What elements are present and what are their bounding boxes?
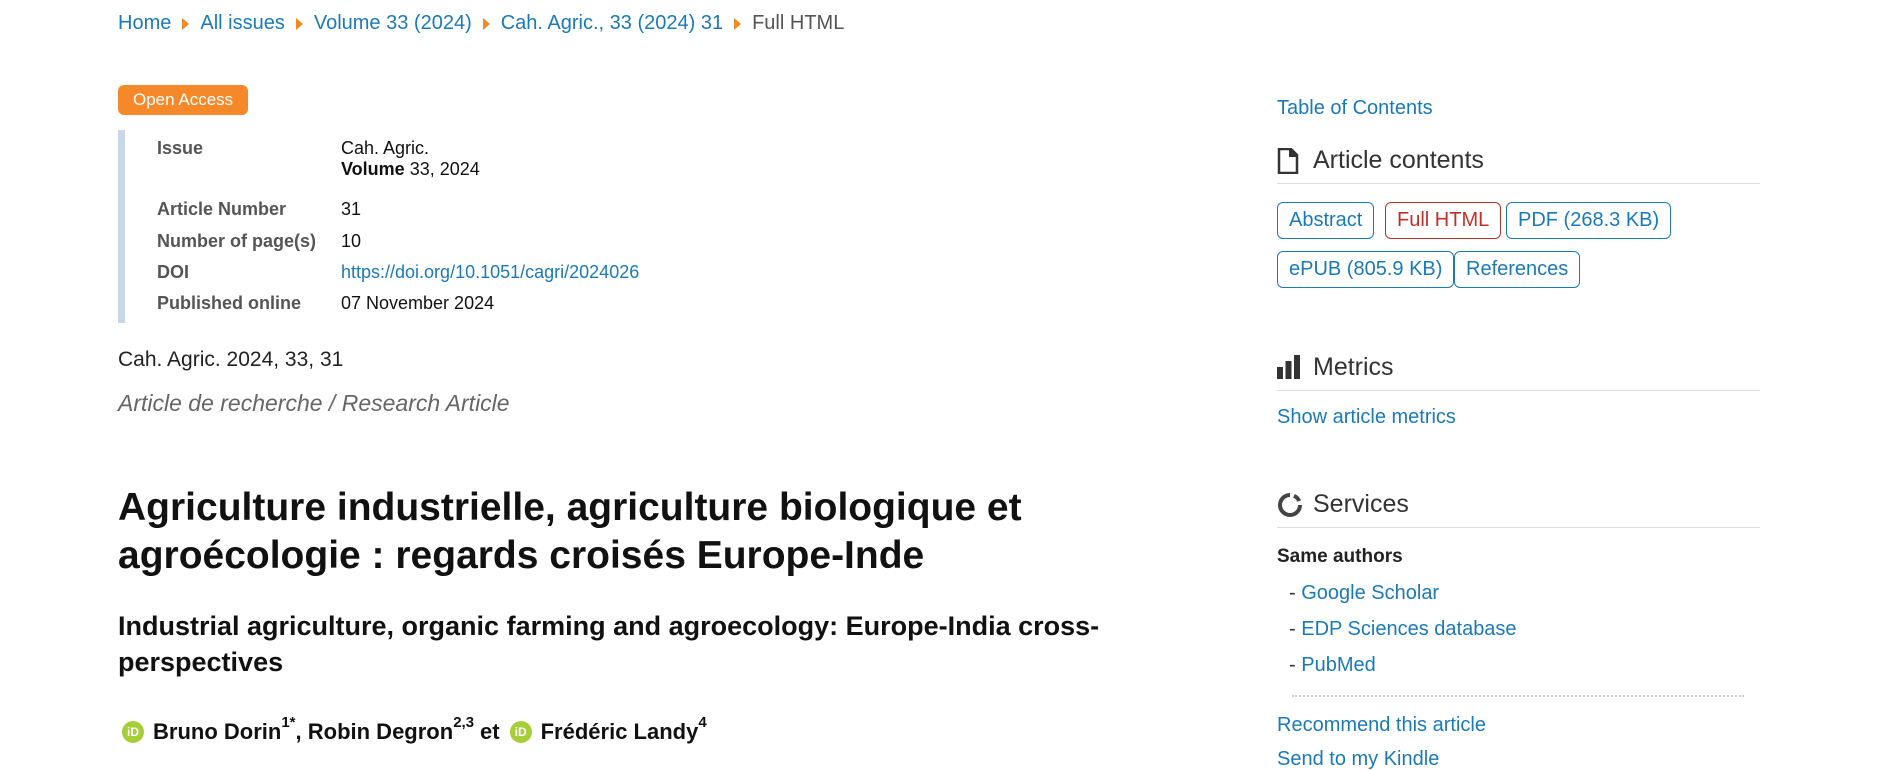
article-contents-heading: Article contents (1277, 146, 1760, 184)
published-value: 07 November 2024 (341, 293, 495, 313)
article-info-box: Issue Cah. Agric. Volume 33, 2024 Articl… (118, 130, 685, 323)
author-link[interactable]: Frédéric Landy (541, 719, 699, 745)
pages-row: Number of page(s) 10 (157, 231, 361, 252)
full-html-button[interactable]: Full HTML (1385, 202, 1502, 239)
services-label: Services (1313, 490, 1409, 518)
page-title: Agriculture industrielle, agriculture bi… (118, 486, 1022, 577)
table-of-contents-link[interactable]: Table of Contents (1277, 97, 1433, 120)
breadcrumb: Home All issues Volume 33 (2024) Cah. Ag… (118, 12, 844, 35)
google-scholar-link[interactable]: Google Scholar (1301, 582, 1439, 604)
send-to-kindle-link[interactable]: Send to my Kindle (1277, 748, 1439, 771)
show-metrics-link[interactable]: Show article metrics (1277, 406, 1456, 429)
issue-journal: Cah. Agric. (341, 138, 430, 158)
article-type: Article de recherche / Research Article (118, 390, 510, 416)
author-list: iD Bruno Dorin 1*, Robin Degron 2,3 et iD … (118, 714, 707, 745)
service-item: - Google Scholar (1289, 582, 1439, 605)
metrics-heading: Metrics (1277, 353, 1760, 391)
breadcrumb-arrow-icon (182, 17, 190, 30)
service-item: - EDP Sciences database (1289, 618, 1517, 641)
breadcrumb-arrow-icon (734, 17, 742, 30)
article-number-row: Article Number 31 (157, 199, 361, 220)
list-dash: - (1289, 618, 1296, 640)
doi-label: DOI (157, 262, 190, 282)
service-item: - PubMed (1289, 654, 1376, 677)
published-row: Published online 07 November 2024 (157, 293, 494, 314)
citation: Cah. Agric. 2024, 33, 31 (118, 348, 344, 371)
pdf-button[interactable]: PDF (268.3 KB) (1506, 202, 1672, 239)
breadcrumb-issue[interactable]: Cah. Agric., 33 (2024) 31 (501, 12, 723, 35)
breadcrumb-arrow-icon (482, 17, 490, 30)
doi-row: DOI https://doi.org/10.1051/cagri/202402… (157, 262, 639, 283)
author-affiliation: 4 (698, 713, 707, 731)
doi-link[interactable]: https://doi.org/10.1051/cagri/2024026 (341, 262, 639, 283)
issue-label: Issue (157, 138, 204, 158)
breadcrumb-current: Full HTML (752, 12, 845, 34)
author-conjunction: et (480, 719, 500, 744)
issue-value: Cah. Agric. Volume 33, 2024 (341, 138, 480, 180)
orcid-icon[interactable]: iD (509, 721, 532, 743)
article-number-label: Article Number (157, 199, 287, 219)
author-affiliation: 2,3 (453, 713, 475, 731)
article-number-value: 31 (341, 199, 362, 219)
abstract-button[interactable]: Abstract (1277, 202, 1375, 239)
author-link[interactable]: Bruno Dorin (153, 719, 281, 745)
author-separator: , (295, 719, 308, 744)
pages-value: 10 (341, 231, 362, 251)
same-authors-heading: Same authors (1277, 546, 1403, 567)
published-label: Published online (157, 293, 302, 313)
metrics-label: Metrics (1313, 353, 1394, 381)
list-dash: - (1289, 654, 1296, 676)
article-contents-label: Article contents (1313, 146, 1484, 174)
issue-row: Issue Cah. Agric. Volume 33, 2024 (157, 138, 480, 180)
breadcrumb-home[interactable]: Home (118, 12, 171, 35)
list-dash: - (1289, 582, 1296, 604)
recommend-article-link[interactable]: Recommend this article (1277, 714, 1486, 737)
edp-database-link[interactable]: EDP Sciences database (1301, 618, 1516, 640)
document-icon (1277, 147, 1299, 174)
bar-chart-icon (1277, 354, 1300, 381)
epub-button[interactable]: ePUB (805.9 KB) (1277, 251, 1455, 288)
spinner-icon (1277, 492, 1302, 518)
open-access-badge: Open Access (118, 85, 249, 115)
volume-value: 33, 2024 (409, 159, 480, 179)
references-button[interactable]: References (1454, 251, 1581, 288)
breadcrumb-volume[interactable]: Volume 33 (2024) (314, 12, 472, 35)
services-heading: Services (1277, 490, 1760, 528)
subtitle-english: Industrial agriculture, organic farming … (118, 611, 1100, 677)
breadcrumb-all-issues[interactable]: All issues (200, 12, 284, 35)
breadcrumb-arrow-icon (295, 17, 303, 30)
pubmed-link[interactable]: PubMed (1301, 654, 1376, 676)
orcid-icon[interactable]: iD (122, 721, 144, 743)
pages-label: Number of page(s) (157, 231, 317, 251)
divider (1292, 695, 1744, 697)
volume-label: Volume (341, 159, 405, 179)
author-link[interactable]: Robin Degron (308, 719, 453, 745)
author-affiliation: 1* (281, 713, 296, 731)
